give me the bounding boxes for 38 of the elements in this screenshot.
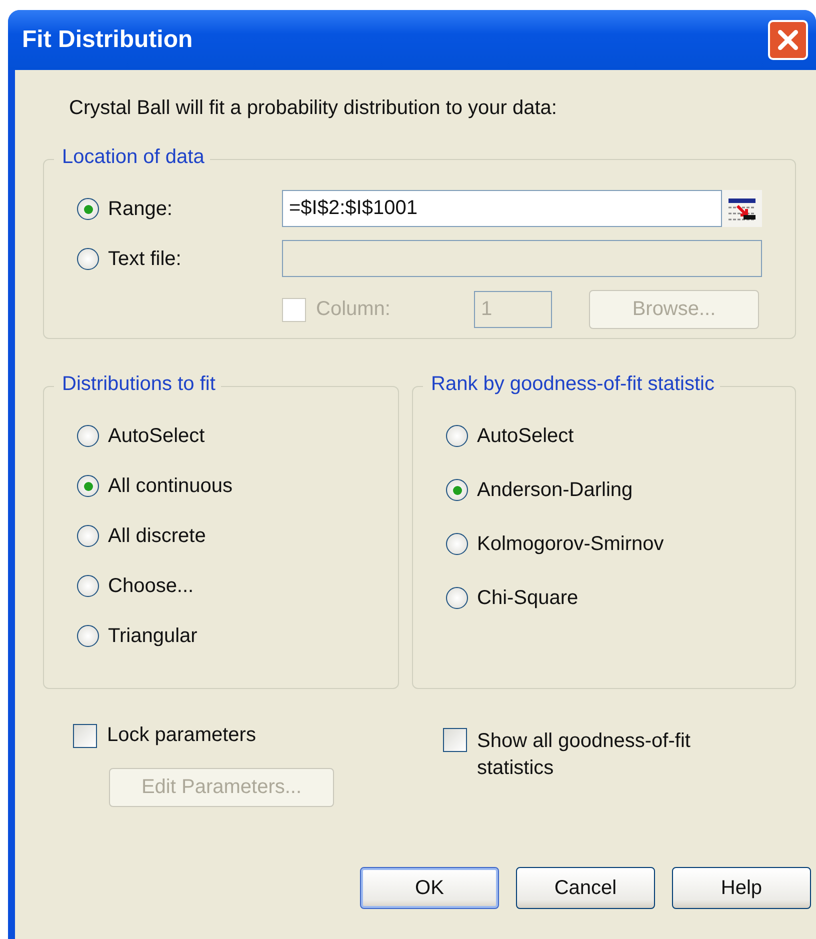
radio-label: All continuous — [108, 474, 233, 498]
checkbox[interactable] — [73, 724, 97, 748]
radio-label: Anderson-Darling — [477, 478, 633, 502]
checkbox-label: Column: — [316, 298, 390, 321]
cancel-button[interactable]: Cancel — [516, 867, 655, 909]
radio-label: All discrete — [108, 524, 206, 548]
radio-button[interactable] — [77, 625, 99, 647]
range-field[interactable]: =$I$2:$I$1001 — [282, 190, 722, 227]
radio-button[interactable] — [446, 479, 468, 501]
help-button[interactable]: Help — [672, 867, 811, 909]
radio-button[interactable] — [77, 575, 99, 597]
checkbox-label: Lock parameters — [107, 724, 256, 747]
radio-button[interactable] — [77, 248, 99, 270]
checkbox-label: Show all goodness-of-fit statistics — [477, 729, 692, 781]
radio-label: Triangular — [108, 624, 198, 648]
radio-button[interactable] — [77, 525, 99, 547]
close-button[interactable] — [768, 20, 808, 60]
radio-button[interactable] — [77, 198, 99, 220]
radio-button[interactable] — [446, 533, 468, 555]
radio-label: AutoSelect — [477, 424, 574, 448]
range-picker-button[interactable] — [722, 190, 762, 227]
close-icon — [775, 27, 801, 53]
radio-button[interactable] — [446, 425, 468, 447]
group-title: Rank by goodness-of-fit statistic — [423, 373, 720, 396]
radio-label: Choose... — [108, 574, 194, 598]
radio-button[interactable] — [77, 425, 99, 447]
radio-label: Kolmogorov-Smirnov — [477, 532, 664, 556]
checkbox[interactable] — [443, 728, 467, 752]
range-select-icon — [727, 196, 757, 220]
radio-label: Range: — [108, 198, 172, 220]
radio-label: Chi-Square — [477, 586, 578, 610]
radio-label: AutoSelect — [108, 424, 205, 448]
radio-button[interactable] — [446, 587, 468, 609]
radio-label: Text file: — [108, 248, 182, 270]
intro-text: Crystal Ball will fit a probability distribution to your data: — [68, 96, 558, 121]
window-title: Fit Distribution — [22, 26, 193, 54]
ok-button[interactable]: OK — [360, 867, 499, 909]
radio-button[interactable] — [77, 475, 99, 497]
